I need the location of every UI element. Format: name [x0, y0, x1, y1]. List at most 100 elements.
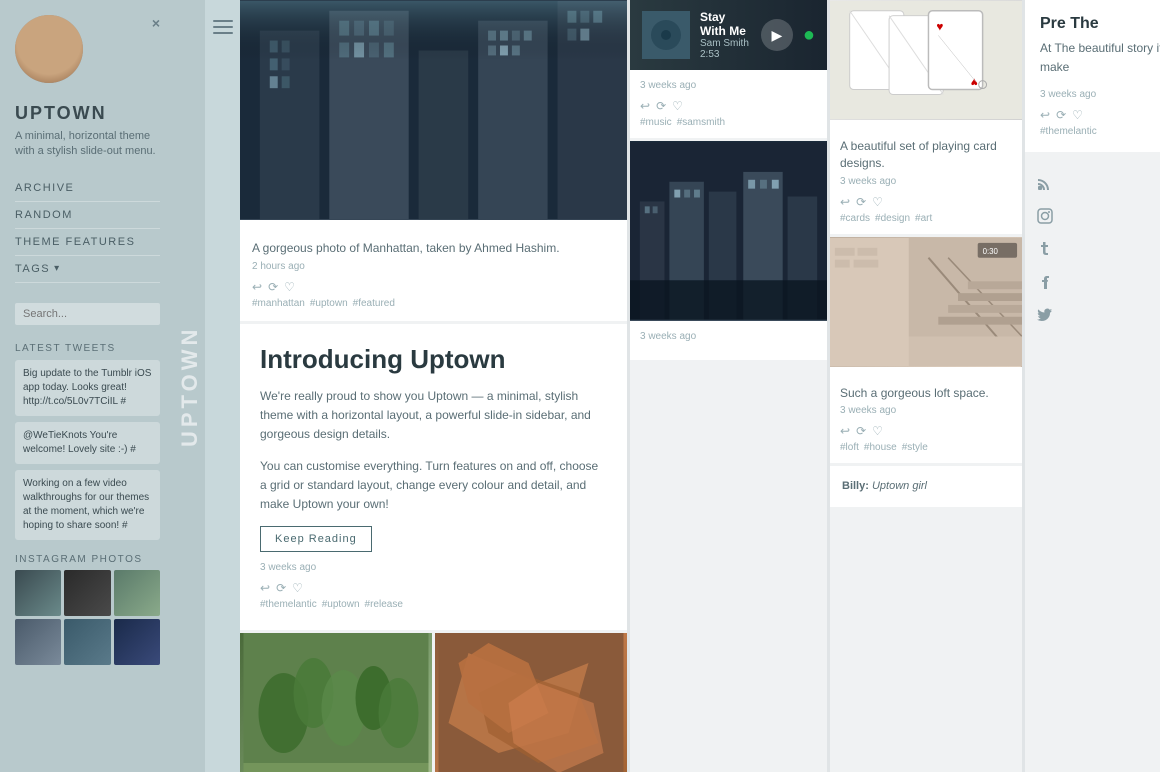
instagram-photo-3[interactable]: [114, 570, 160, 616]
close-button[interactable]: ×: [152, 15, 160, 31]
music-title: Stay With Me: [700, 10, 751, 38]
loft-body: Such a gorgeous loft space. 3 weeks ago …: [830, 367, 1022, 464]
featured-actions: ↩ ⟳ ♡: [252, 280, 615, 294]
instagram-photo-4[interactable]: [15, 619, 61, 665]
tag-samsmith[interactable]: #samsmith: [677, 117, 725, 128]
column-3: ♥ ♥ A beautiful set of playing card desi…: [830, 0, 1025, 772]
tag-music[interactable]: #music: [640, 117, 672, 128]
tag-themelantic[interactable]: #themelantic: [260, 599, 317, 610]
music-thumbnail: [642, 11, 690, 59]
city-night-card: 3 weeks ago: [630, 141, 827, 360]
intro-text-1: We're really proud to show you Uptown — …: [260, 387, 607, 445]
like-playing-icon[interactable]: ♡: [872, 195, 883, 209]
twitter-icon[interactable]: [1037, 307, 1160, 328]
tag-manhattan[interactable]: #manhattan: [252, 298, 305, 309]
music-player: Stay With Me Sam Smith 2:53 ▶ ●: [630, 0, 827, 70]
tag-uptown[interactable]: #uptown: [310, 298, 348, 309]
music-info: Stay With Me Sam Smith 2:53: [700, 10, 751, 60]
instagram-icon[interactable]: [1037, 208, 1160, 229]
wallets-card: A gorgeous selection of leather wallets.…: [435, 633, 627, 772]
sidebar: × UPTOWN A minimal, horizontal theme wit…: [0, 0, 175, 772]
nav-archive[interactable]: ARCHIVE: [15, 175, 160, 202]
featured-photo-card: A gorgeous photo of Manhattan, taken by …: [240, 0, 627, 321]
featured-image: [240, 0, 627, 220]
main-content: A gorgeous photo of Manhattan, taken by …: [240, 0, 1160, 772]
instagram-photo-6[interactable]: [114, 619, 160, 665]
spotify-icon[interactable]: ●: [803, 24, 815, 47]
quote-card: Billy: Uptown girl: [830, 466, 1022, 507]
instagram-photo-1[interactable]: [15, 570, 61, 616]
tags-label: TAGS: [15, 263, 50, 275]
tumblr-icon[interactable]: [1037, 241, 1160, 262]
rss-icon[interactable]: [1037, 175, 1160, 196]
plants-wallets-card: A lovely collection of house plants. Pho…: [240, 633, 627, 772]
share-music-icon[interactable]: ↩: [640, 99, 650, 113]
tag-art[interactable]: #art: [915, 213, 932, 224]
plants-card: A lovely collection of house plants. Pho…: [240, 633, 432, 772]
music-card-time: 3 weeks ago: [640, 80, 817, 91]
vertical-site-label: UPTOWN: [175, 0, 205, 772]
instagram-photo-5[interactable]: [64, 619, 110, 665]
tweet-3: Working on a few video walkthroughs for …: [15, 470, 160, 540]
city-time: 3 weeks ago: [640, 331, 817, 342]
like-icon-2[interactable]: ♡: [292, 581, 303, 595]
instagram-photo-2[interactable]: [64, 570, 110, 616]
preview-partial-title: Pre The: [1040, 15, 1160, 33]
preview-tags: #themelantic: [1040, 126, 1160, 137]
play-button[interactable]: ▶: [761, 19, 793, 51]
site-title: UPTOWN: [15, 103, 160, 124]
like-icon[interactable]: ♡: [284, 280, 295, 294]
tag-loft[interactable]: #loft: [840, 442, 859, 453]
like-loft-icon[interactable]: ♡: [872, 424, 883, 438]
hamburger-menu-button[interactable]: [213, 20, 233, 34]
avatar: [15, 15, 83, 83]
loft-card: 0:30 Such a gorgeous loft space. 3 weeks…: [830, 237, 1022, 464]
facebook-icon[interactable]: [1037, 274, 1160, 295]
tweet-1: Big update to the Tumblr iOS app today. …: [15, 360, 160, 416]
share-loft-icon[interactable]: ↩: [840, 424, 850, 438]
reblog-icon[interactable]: ⟳: [268, 280, 278, 294]
wallets-image: [435, 633, 627, 772]
hamburger-line-3: [213, 32, 233, 34]
reblog-music-icon[interactable]: ⟳: [656, 99, 666, 113]
loft-caption: Such a gorgeous loft space.: [840, 385, 1012, 402]
hamburger-line-1: [213, 20, 233, 22]
playing-actions: ↩ ⟳ ♡: [840, 195, 1012, 209]
preview-actions: ↩ ⟳ ♡: [1040, 108, 1160, 122]
tag-preview-themelantic[interactable]: #themelantic: [1040, 126, 1097, 137]
reblog-loft-icon[interactable]: ⟳: [856, 424, 866, 438]
tag-house[interactable]: #house: [864, 442, 897, 453]
share-icon[interactable]: ↩: [252, 280, 262, 294]
share-preview-icon[interactable]: ↩: [1040, 108, 1050, 122]
loft-time: 3 weeks ago: [840, 405, 1012, 416]
playing-card-card: ♥ ♥ A beautiful set of playing card desi…: [830, 0, 1022, 234]
quote-text: Billy: Uptown girl: [842, 478, 1010, 495]
tag-featured[interactable]: #featured: [353, 298, 395, 309]
keep-reading-button[interactable]: Keep Reading: [260, 526, 372, 552]
share-playing-icon[interactable]: ↩: [840, 195, 850, 209]
like-music-icon[interactable]: ♡: [672, 99, 683, 113]
preview-partial-text: At The beautiful story it that a make: [1040, 39, 1160, 77]
latest-tweets-title: LATEST TWEETS: [15, 343, 160, 354]
reblog-preview-icon[interactable]: ⟳: [1056, 108, 1066, 122]
search-input[interactable]: [15, 303, 160, 325]
tag-uptown-2[interactable]: #uptown: [322, 599, 360, 610]
avatar-area: ×: [15, 15, 160, 83]
nav-random[interactable]: RANDOM: [15, 202, 160, 229]
tag-design[interactable]: #design: [875, 213, 910, 224]
nav-tags[interactable]: TAGS ▾: [15, 256, 160, 283]
nav-theme-features[interactable]: THEME FEATURES: [15, 229, 160, 256]
share-icon-2[interactable]: ↩: [260, 581, 270, 595]
avatar-face: [15, 15, 83, 83]
featured-tags: #manhattan #uptown #featured: [252, 298, 615, 309]
playing-card-image: ♥ ♥: [830, 0, 1022, 120]
reblog-playing-icon[interactable]: ⟳: [856, 195, 866, 209]
tag-release[interactable]: #release: [365, 599, 403, 610]
preview-card: Pre The At The beautiful story it that a…: [1025, 0, 1160, 152]
tag-style-loft[interactable]: #style: [902, 442, 928, 453]
loft-image: 0:30: [830, 237, 1022, 367]
like-preview-icon[interactable]: ♡: [1072, 108, 1083, 122]
reblog-icon-2[interactable]: ⟳: [276, 581, 286, 595]
nav-links: ARCHIVE RANDOM THEME FEATURES TAGS ▾: [15, 175, 160, 283]
tag-cards[interactable]: #cards: [840, 213, 870, 224]
